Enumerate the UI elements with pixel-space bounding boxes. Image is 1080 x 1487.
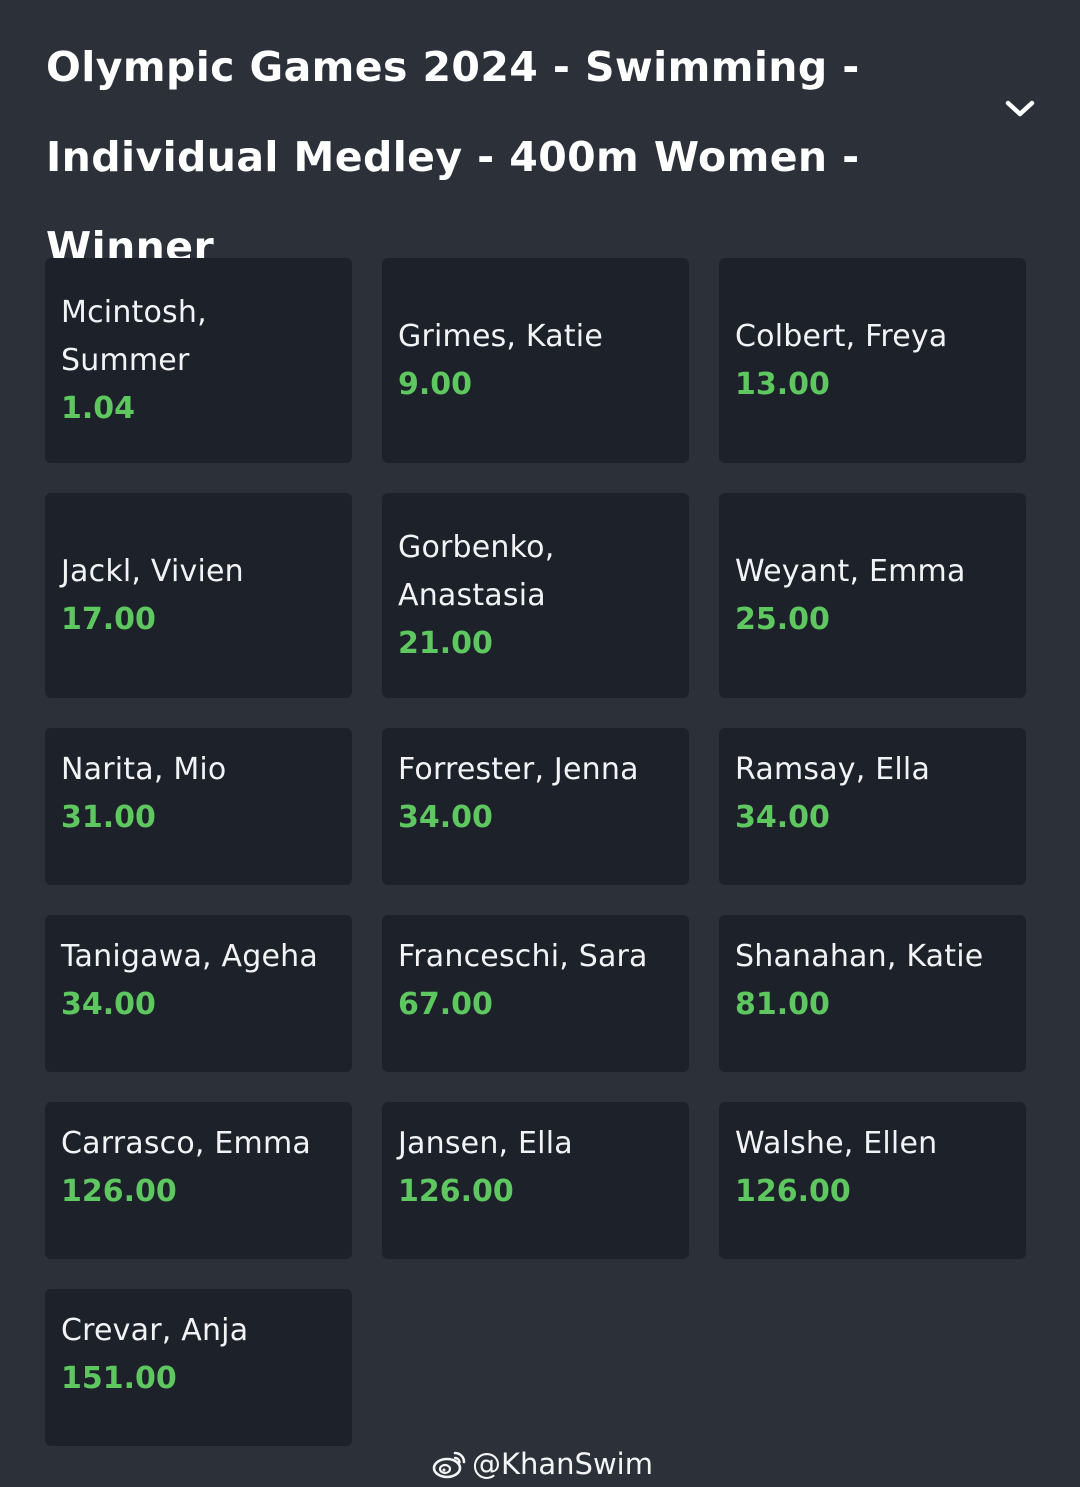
runner-card[interactable]: Jansen, Ella 126.00 <box>382 1102 689 1259</box>
runner-odds: 17.00 <box>61 601 156 637</box>
runner-card[interactable]: Narita, Mio 31.00 <box>45 728 352 885</box>
runner-card[interactable]: Walshe, Ellen 126.00 <box>719 1102 1026 1259</box>
runner-name: Shanahan, Katie <box>735 939 984 974</box>
runner-odds: 34.00 <box>735 800 830 835</box>
watermark-text: @KhanSwim <box>472 1447 653 1481</box>
runner-grid: Mcintosh, Summer 1.04 Grimes, Katie 9.00… <box>45 258 1026 1446</box>
runner-name: Forrester, Jenna <box>398 752 639 787</box>
chevron-down-icon <box>1005 100 1035 117</box>
runner-name: Colbert, Freya <box>735 318 948 354</box>
runner-odds: 67.00 <box>398 987 493 1022</box>
runner-card[interactable]: Colbert, Freya 13.00 <box>719 258 1026 463</box>
runner-name: Franceschi, Sara <box>398 939 648 974</box>
runner-odds: 34.00 <box>398 800 493 835</box>
runner-odds: 31.00 <box>61 800 156 835</box>
runner-name: Grimes, Katie <box>398 318 603 354</box>
runner-name: Walshe, Ellen <box>735 1126 938 1161</box>
runner-card[interactable]: Forrester, Jenna 34.00 <box>382 728 689 885</box>
runner-odds: 151.00 <box>61 1361 177 1396</box>
runner-odds: 81.00 <box>735 987 830 1022</box>
runner-name: Jackl, Vivien <box>61 553 244 589</box>
runner-odds: 126.00 <box>398 1174 514 1209</box>
runner-odds: 34.00 <box>61 987 156 1022</box>
runner-card[interactable]: Grimes, Katie 9.00 <box>382 258 689 463</box>
runner-odds: 126.00 <box>735 1174 851 1209</box>
runner-card[interactable]: Gorbenko, Anastasia 21.00 <box>382 493 689 698</box>
runner-card[interactable]: Ramsay, Ella 34.00 <box>719 728 1026 885</box>
runner-card[interactable]: Mcintosh, Summer 1.04 <box>45 258 352 463</box>
runner-card[interactable]: Jackl, Vivien 17.00 <box>45 493 352 698</box>
collapse-toggle[interactable] <box>996 88 1044 128</box>
runner-card[interactable]: Shanahan, Katie 81.00 <box>719 915 1026 1072</box>
runner-odds: 9.00 <box>398 366 473 402</box>
runner-card[interactable]: Tanigawa, Ageha 34.00 <box>45 915 352 1072</box>
runner-name: Crevar, Anja <box>61 1313 249 1348</box>
weibo-icon <box>432 1451 466 1479</box>
watermark: @KhanSwim <box>432 1442 653 1486</box>
runner-card[interactable]: Carrasco, Emma 126.00 <box>45 1102 352 1259</box>
runner-odds: 1.04 <box>61 390 136 426</box>
runner-name: Jansen, Ella <box>398 1126 573 1161</box>
runner-name: Ramsay, Ella <box>735 752 931 787</box>
runner-card[interactable]: Crevar, Anja 151.00 <box>45 1289 352 1446</box>
runner-name: Mcintosh, Summer <box>61 294 207 378</box>
market-title: Olympic Games 2024 - Swimming - Individu… <box>46 43 860 271</box>
runner-name: Tanigawa, Ageha <box>61 939 318 974</box>
runner-name: Weyant, Emma <box>735 553 966 589</box>
runner-name: Narita, Mio <box>61 752 227 787</box>
runner-odds: 25.00 <box>735 601 830 637</box>
runner-odds: 126.00 <box>61 1174 177 1209</box>
runner-name: Gorbenko, Anastasia <box>398 529 555 613</box>
runner-name: Carrasco, Emma <box>61 1126 311 1161</box>
runner-card[interactable]: Weyant, Emma 25.00 <box>719 493 1026 698</box>
runner-odds: 21.00 <box>398 625 493 661</box>
market-header: Olympic Games 2024 - Swimming - Individu… <box>46 22 1006 292</box>
runner-odds: 13.00 <box>735 366 830 402</box>
runner-card[interactable]: Franceschi, Sara 67.00 <box>382 915 689 1072</box>
